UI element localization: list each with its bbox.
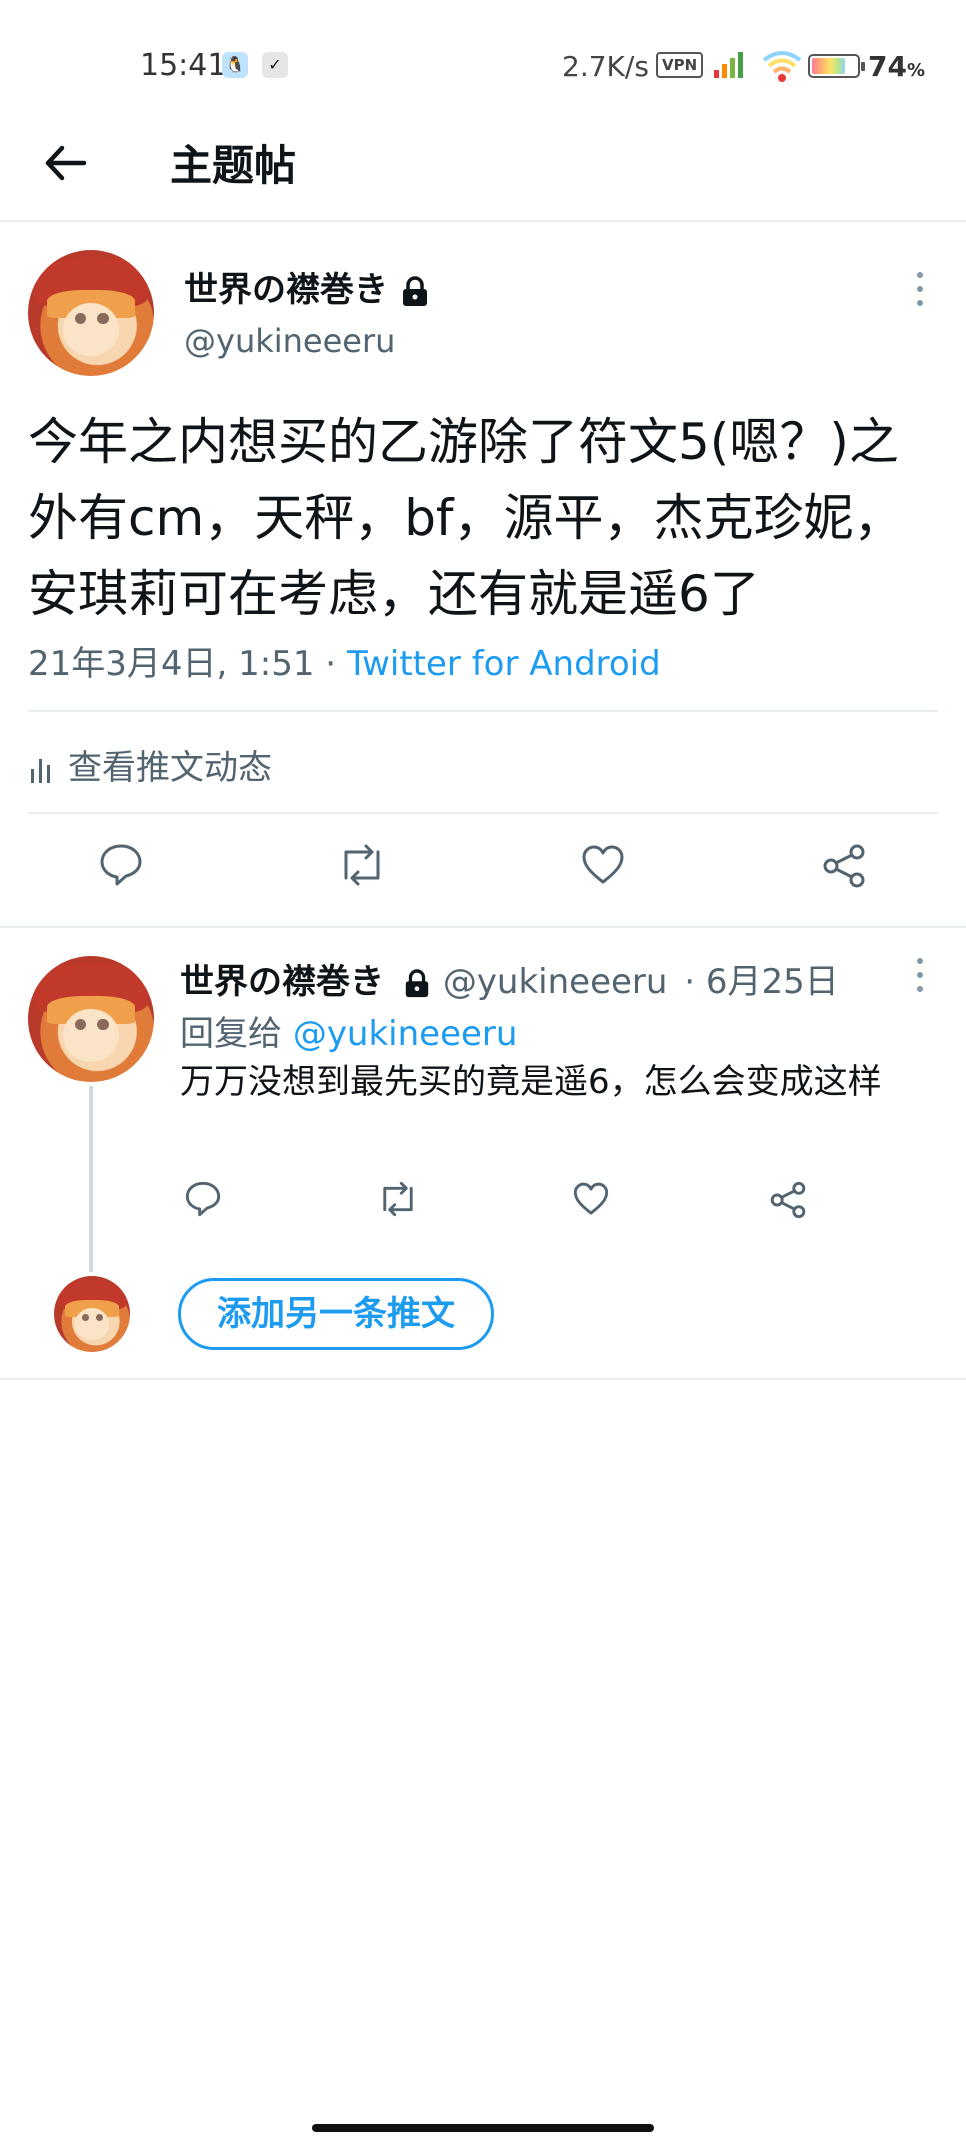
like-heart-icon[interactable] [580, 842, 626, 888]
view-analytics-link[interactable]: 查看推文动态 [30, 740, 272, 789]
battery-tip [861, 62, 865, 71]
tweet-text: 今年之内想买的乙游除了符文5(嗯？)之外有cm，天秤，bf，源平，杰克珍妮，安琪… [28, 413, 904, 623]
share-icon[interactable] [820, 842, 868, 890]
avatar-eye [97, 1019, 109, 1031]
more-options-icon[interactable] [914, 272, 926, 316]
avatar-eye [82, 1314, 89, 1321]
lock-icon [405, 968, 429, 997]
status-time: 15:41 [140, 48, 227, 83]
avatar-face [63, 1008, 119, 1062]
replying-to-prefix: 回复给 [180, 1014, 282, 1054]
top-app-bar: 主题帖 [0, 110, 966, 222]
tweet-client[interactable]: Twitter for Android [347, 644, 661, 684]
signal-icon [714, 52, 743, 78]
qq-notification-icon: 🐧 [222, 52, 248, 78]
share-icon[interactable] [768, 1180, 808, 1220]
reply-icon[interactable] [184, 1180, 222, 1218]
network-speed: 2.7K/s [562, 50, 649, 83]
page-title: 主题帖 [170, 141, 297, 190]
avatar-eye [97, 313, 109, 325]
divider [28, 812, 938, 814]
meta-separator: · [314, 644, 347, 684]
wifi-icon [762, 51, 802, 82]
lock-icon [403, 275, 427, 306]
reply-text: 万万没想到最先买的竟是遥6，怎么会变成这样 [180, 1062, 882, 1102]
view-analytics-label: 查看推文动态 [68, 748, 272, 788]
retweet-icon[interactable] [376, 1180, 420, 1218]
back-arrow-icon[interactable] [40, 138, 90, 188]
tweet-actions [0, 842, 966, 902]
home-indicator[interactable] [312, 2124, 654, 2132]
reply-more-options-icon[interactable] [914, 958, 926, 1002]
replying-to: 回复给 @yukineeeru [180, 1006, 517, 1055]
compose-avatar [54, 1276, 130, 1352]
vpn-badge: VPN [656, 52, 704, 78]
replying-to-handle-link[interactable]: @yukineeeru [293, 1014, 518, 1054]
section-divider [0, 1378, 966, 1380]
thread-connector-line [89, 1086, 93, 1272]
reply-icon[interactable] [98, 842, 144, 888]
author-display-name[interactable]: 世界の襟巻き [184, 270, 388, 310]
reply-avatar[interactable] [28, 956, 154, 1082]
app-notification-icon: ✓ [262, 52, 288, 78]
reply-author-handle[interactable]: @yukineeeru [443, 962, 668, 1002]
avatar-eye [95, 1314, 103, 1321]
author-name[interactable]: 世界の襟巻き [184, 262, 430, 311]
like-heart-icon[interactable] [572, 1180, 610, 1218]
author-handle[interactable]: @yukineeeru [184, 322, 395, 360]
tweet-meta: 21年3月4日, 1:51 · Twitter for Android [28, 636, 661, 685]
reply-date[interactable]: · 6月25日 [684, 962, 839, 1002]
avatar[interactable] [28, 250, 154, 376]
retweet-icon[interactable] [336, 842, 388, 888]
battery-icon [808, 54, 865, 78]
divider [28, 710, 938, 712]
reply-author-name[interactable]: 世界の襟巻き [180, 962, 384, 1002]
tweet-timestamp[interactable]: 21年3月4日, 1:51 [28, 644, 315, 684]
battery-fill [812, 58, 845, 74]
reply-actions [0, 1180, 966, 1240]
avatar-face [75, 1307, 109, 1340]
analytics-bar-icon [31, 758, 50, 783]
reply-header: 世界の襟巻き @yukineeeru · 6月25日 [180, 954, 839, 1003]
add-another-tweet-button[interactable]: 添加另一条推文 [178, 1278, 494, 1350]
avatar-face [63, 302, 119, 356]
battery-percent: 74% [868, 50, 926, 83]
section-divider [0, 926, 966, 928]
